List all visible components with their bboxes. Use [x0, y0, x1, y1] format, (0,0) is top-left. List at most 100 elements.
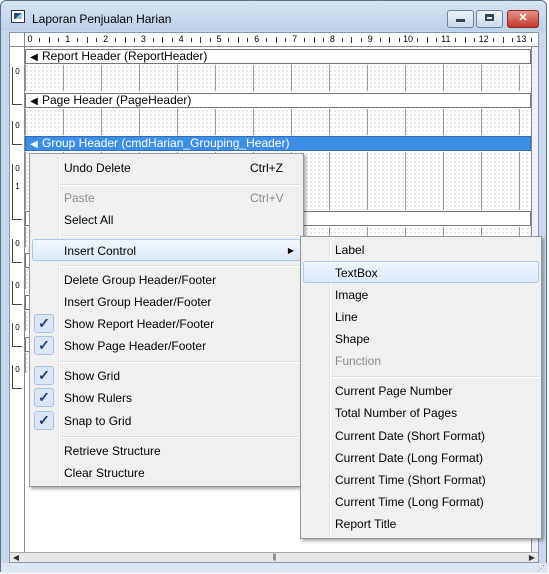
ruler-label: 13 — [516, 34, 527, 44]
ruler-tick — [58, 38, 60, 42]
minimize-button[interactable] — [447, 10, 474, 28]
submenu-item-total-pages[interactable]: Total Number of Pages — [303, 402, 539, 424]
menu-item-undo-delete[interactable]: Undo Delete Ctrl+Z — [32, 157, 301, 179]
submenu-item-image[interactable]: Image — [303, 284, 539, 306]
band-report-header[interactable]: ◀ Report Header (ReportHeader) — [25, 49, 531, 64]
menu-item-label: Current Time (Short Format) — [335, 473, 486, 487]
submenu-item-current-time-long[interactable]: Current Time (Long Format) — [303, 491, 539, 513]
menu-item-retrieve-structure[interactable]: Retrieve Structure — [32, 440, 301, 462]
menu-item-label: Report Title — [335, 517, 397, 531]
ruler-label: 9 — [367, 34, 373, 44]
menu-item-label: Shape — [335, 332, 370, 346]
submenu-item-textbox[interactable]: TextBox — [303, 261, 539, 283]
menu-item-insert-group[interactable]: Insert Group Header/Footer — [32, 291, 301, 313]
report-header-grid[interactable] — [25, 65, 531, 91]
page-header-grid[interactable] — [25, 109, 531, 135]
window-title: Laporan Penjualan Harian — [32, 12, 172, 26]
menu-item-snap-to-grid[interactable]: ✓ Snap to Grid — [32, 410, 301, 432]
submenu-item-line[interactable]: Line — [303, 306, 539, 328]
ruler-tick — [389, 37, 391, 43]
horizontal-scrollbar[interactable]: ◀ ||| ▶ — [10, 552, 538, 562]
submenu-item-function[interactable]: Function — [303, 350, 539, 372]
maximize-button[interactable] — [476, 10, 503, 28]
collapse-arrow-icon[interactable]: ◀ — [26, 51, 42, 64]
menu-item-show-grid[interactable]: ✓ Show Grid — [32, 365, 301, 387]
menu-item-label: Show Grid — [64, 369, 121, 383]
ruler-label: 1 — [65, 34, 71, 44]
menu-item-show-page-header[interactable]: ✓ Show Page Header/Footer — [32, 335, 301, 357]
ruler-tick — [455, 38, 457, 42]
menu-item-label: Function — [335, 354, 382, 368]
submenu-item-current-date-short[interactable]: Current Date (Short Format) — [303, 425, 539, 447]
band-page-header[interactable]: ◀ Page Header (PageHeader) — [25, 93, 531, 108]
ruler-label: 0 — [27, 34, 33, 44]
ruler-tick — [115, 38, 117, 42]
maximize-icon — [485, 14, 494, 21]
menu-item-show-rulers[interactable]: ✓ Show Rulers — [32, 387, 301, 409]
resize-grip-icon[interactable]: ⋰ — [537, 564, 545, 573]
menu-item-label: Undo Delete — [64, 161, 131, 175]
menu-item-label: Retrieve Structure — [64, 444, 161, 458]
menu-item-label: Clear Structure — [64, 466, 145, 480]
minimize-icon — [456, 19, 465, 22]
collapse-arrow-icon[interactable]: ◀ — [26, 95, 42, 108]
menu-item-paste[interactable]: Paste Ctrl+V — [32, 187, 301, 209]
menu-item-clear-structure[interactable]: Clear Structure — [32, 462, 301, 484]
menu-item-label: Line — [335, 310, 358, 324]
ruler-tick — [341, 38, 343, 42]
scroll-right-arrow-icon[interactable]: ▶ — [526, 553, 538, 562]
ruler-tick — [379, 38, 381, 42]
status-bar: ⋰ — [1, 563, 548, 573]
menu-item-label: Show Rulers — [64, 391, 133, 405]
ruler-tick — [398, 38, 400, 42]
submenu-item-current-time-short[interactable]: Current Time (Short Format) — [303, 469, 539, 491]
checkmark-icon: ✓ — [34, 411, 54, 430]
submenu-item-label[interactable]: Label — [303, 239, 539, 261]
checkmark-icon: ✓ — [34, 314, 54, 333]
menu-item-select-all[interactable]: Select All — [32, 209, 301, 231]
ruler-tick — [171, 38, 173, 42]
band-group-header[interactable]: ◀ Group Header (cmdHarian_Grouping_Header… — [25, 136, 531, 151]
menu-item-shortcut: Ctrl+Z — [250, 161, 283, 175]
insert-control-submenu: Label TextBox Image Line Shape Function … — [300, 236, 542, 539]
vertical-ruler-segment: 0 — [12, 323, 22, 347]
ruler-tick — [502, 37, 504, 43]
scroll-left-arrow-icon[interactable]: ◀ — [10, 553, 22, 562]
menu-item-label: Image — [335, 288, 369, 302]
submenu-item-current-page-number[interactable]: Current Page Number — [303, 380, 539, 402]
ruler-label: 10 — [402, 34, 414, 44]
scroll-thumb[interactable]: ||| — [262, 554, 286, 562]
ruler-tick — [228, 38, 230, 42]
ruler-tick — [124, 37, 126, 43]
submenu-item-shape[interactable]: Shape — [303, 328, 539, 350]
ruler-tick — [77, 38, 79, 42]
ruler-tick — [360, 38, 362, 42]
ruler-tick — [426, 37, 428, 43]
title-bar[interactable]: Laporan Penjualan Harian ✕ — [1, 1, 546, 31]
submenu-item-report-title[interactable]: Report Title — [303, 513, 539, 535]
submenu-item-current-date-long[interactable]: Current Date (Long Format) — [303, 447, 539, 469]
menu-item-delete-group[interactable]: Delete Group Header/Footer — [32, 269, 301, 291]
ruler-label: 4 — [178, 34, 184, 44]
menu-item-insert-control[interactable]: Insert Control ▶ — [32, 239, 301, 261]
menu-item-label: Show Report Header/Footer — [64, 317, 215, 331]
ruler-tick — [86, 37, 88, 43]
ruler-tick — [209, 38, 211, 42]
ruler-label: 2 — [103, 34, 109, 44]
menu-item-label: Select All — [64, 213, 114, 227]
menu-separator — [60, 184, 301, 186]
collapse-arrow-icon[interactable]: ◀ — [26, 138, 42, 151]
ruler-tick — [39, 38, 41, 42]
ruler-tick — [464, 37, 466, 43]
ruler-tick — [436, 38, 438, 42]
ruler-corner — [10, 33, 25, 47]
menu-item-show-report-header[interactable]: ✓ Show Report Header/Footer — [32, 313, 301, 335]
vertical-ruler-segment: 0 — [12, 281, 22, 305]
ruler-tick — [304, 38, 306, 42]
vertical-ruler-segment: 0 — [12, 121, 22, 145]
close-icon: ✕ — [518, 12, 528, 24]
checkmark-icon: ✓ — [34, 366, 54, 385]
menu-item-label: Insert Control — [64, 244, 137, 258]
checkmark-icon: ✓ — [34, 336, 54, 355]
close-button[interactable]: ✕ — [507, 10, 539, 28]
